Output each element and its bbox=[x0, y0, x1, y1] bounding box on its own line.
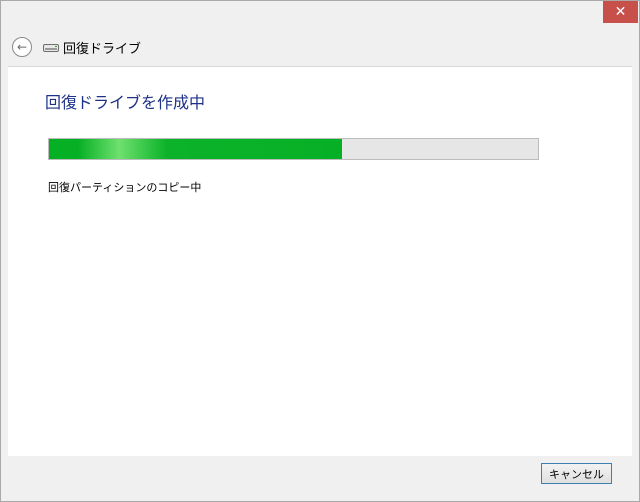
cancel-button-label: キャンセル bbox=[549, 467, 604, 481]
status-text: 回復パーティションのコピー中 bbox=[48, 181, 202, 194]
wizard-title: 回復ドライブ bbox=[63, 42, 142, 57]
progress-bar-fill bbox=[49, 139, 343, 159]
progress-bar bbox=[48, 138, 539, 160]
content-panel: 回復ドライブを作成中 回復パーティションのコピー中 bbox=[8, 66, 632, 458]
back-arrow-icon: ← bbox=[16, 40, 28, 54]
page-heading: 回復ドライブを作成中 bbox=[45, 93, 206, 112]
navigation-bar: ← 回復ドライブ bbox=[1, 31, 639, 65]
cancel-button[interactable]: キャンセル bbox=[541, 463, 612, 484]
close-button[interactable]: ✕ bbox=[603, 1, 638, 23]
recovery-drive-window: ✕ ← 回復ドライブ 回復ドライブを作成中 回復パーティションのコピー中 キャン… bbox=[0, 0, 640, 502]
footer-bar: キャンセル bbox=[1, 456, 639, 501]
back-button[interactable]: ← bbox=[12, 37, 32, 57]
close-icon: ✕ bbox=[614, 4, 627, 20]
title-bar: ✕ bbox=[1, 1, 639, 31]
drive-icon bbox=[43, 44, 59, 52]
